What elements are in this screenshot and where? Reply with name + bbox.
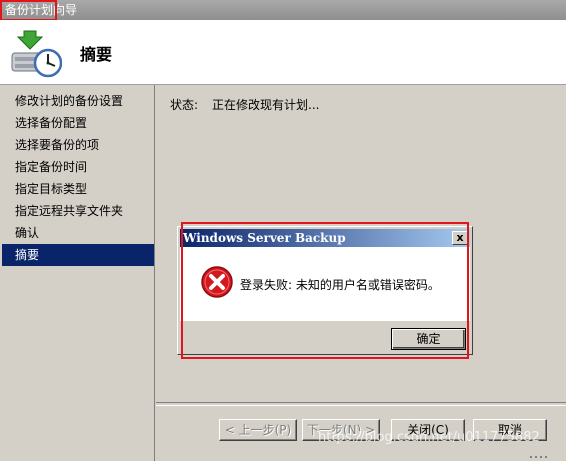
step-summary[interactable]: 摘要 xyxy=(2,244,154,266)
step-confirmation[interactable]: 确认 xyxy=(15,222,39,244)
backup-schedule-icon xyxy=(11,30,62,78)
step-modify-backup-settings[interactable]: 修改计划的备份设置 xyxy=(15,90,123,112)
step-select-backup-configuration[interactable]: 选择备份配置 xyxy=(15,112,87,134)
step-specify-destination-type[interactable]: 指定目标类型 xyxy=(15,178,87,200)
window-titlebar[interactable]: 备份计划向导 xyxy=(0,0,566,20)
title-annotation-box xyxy=(0,0,57,21)
watermark: https://blog.csdn.net/u011775882 xyxy=(318,430,540,445)
page-title: 摘要 xyxy=(80,45,113,64)
wizard-header: 摘要 xyxy=(0,20,566,85)
previous-button[interactable]: < 上一步(P) xyxy=(219,419,297,441)
status-value: 正在修改现有计划... xyxy=(212,98,320,112)
footer-divider xyxy=(156,402,566,406)
backup-schedule-wizard-window: 备份计划向导 摘要 修改计划的备份设置 选择备份配置 选择要备份的项 指定备份时… xyxy=(0,0,566,461)
step-specify-backup-time[interactable]: 指定备份时间 xyxy=(15,156,87,178)
status-label: 状态: xyxy=(170,98,199,112)
step-select-items[interactable]: 选择要备份的项 xyxy=(15,134,99,156)
dialog-annotation-box xyxy=(181,222,469,359)
wizard-steps-sidebar: 修改计划的备份设置 选择备份配置 选择要备份的项 指定备份时间 指定目标类型 指… xyxy=(0,85,155,461)
step-specify-remote-shared-folder[interactable]: 指定远程共享文件夹 xyxy=(15,200,123,222)
resize-grip-icon[interactable] xyxy=(526,453,566,461)
